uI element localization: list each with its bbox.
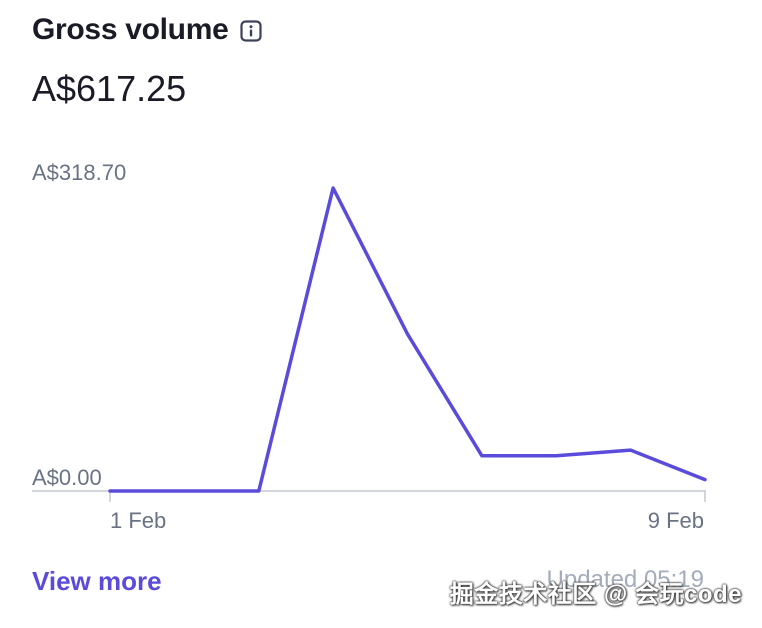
view-more-link[interactable]: View more: [32, 564, 162, 598]
y-tick-label-min: A$0.00: [32, 465, 102, 490]
gross-volume-line: [108, 186, 707, 493]
watermark: 掘金技术社区 @ 会玩code: [449, 581, 742, 608]
y-tick-label-max: A$318.70: [32, 160, 127, 185]
x-tick-label-end: 9 Feb: [647, 508, 704, 533]
x-tick-label-start: 1 Feb: [110, 508, 167, 533]
